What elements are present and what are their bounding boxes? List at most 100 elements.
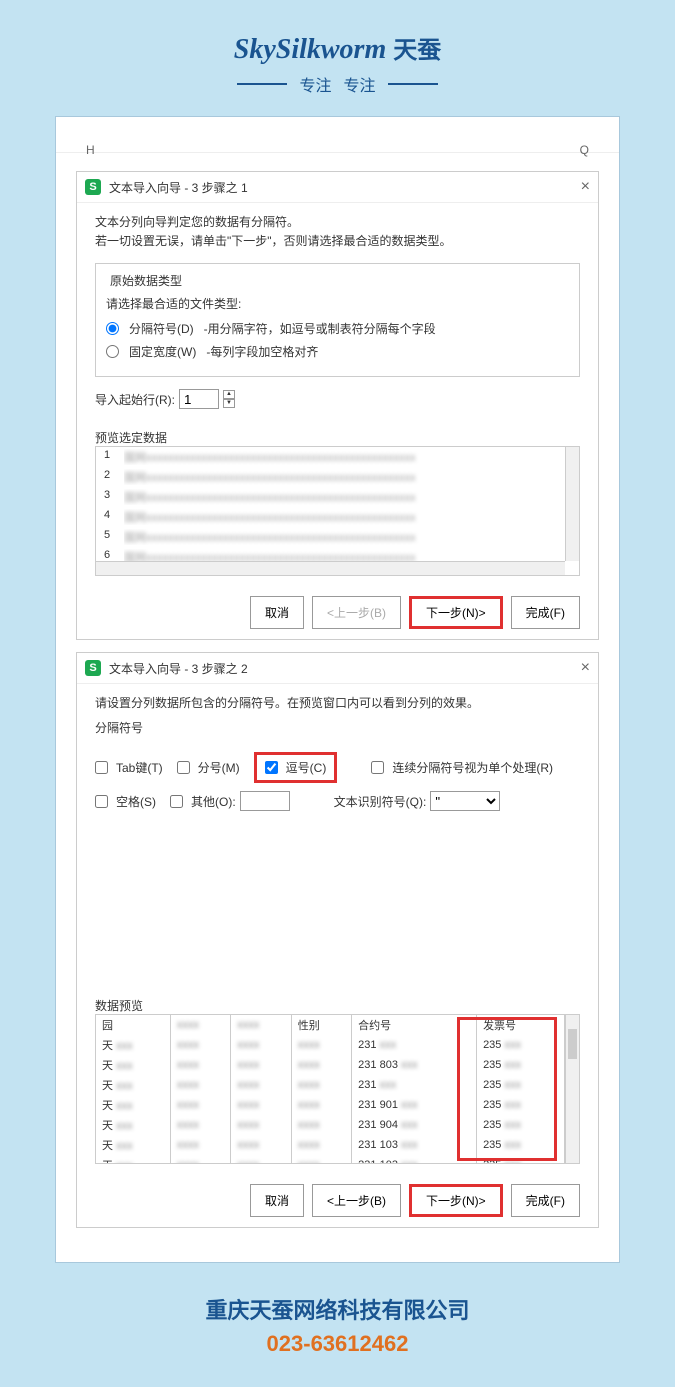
table-header-cell: 性别	[291, 1015, 351, 1035]
prev-button[interactable]: <上一步(B)	[312, 1184, 401, 1217]
scrollbar-vertical[interactable]	[565, 447, 579, 561]
brand-en: SkySilkworm	[234, 34, 386, 65]
tagline-2: 专注	[344, 72, 376, 96]
tagline: 专注 专注	[0, 72, 675, 96]
intro-text: 文本分列向导判定您的数据有分隔符。 若一切设置无误，请单击"下一步"，否则请选择…	[95, 213, 580, 251]
next-button[interactable]: 下一步(N)>	[409, 596, 503, 629]
checkbox-other[interactable]	[170, 795, 183, 808]
scrollbar-horizontal[interactable]	[96, 561, 565, 575]
cancel-button[interactable]: 取消	[250, 596, 304, 629]
brand-logo: SkySilkworm 天蚕	[0, 30, 675, 66]
checkbox-comma-label: 逗号(C)	[286, 759, 327, 776]
spinner-up-icon[interactable]: ▲	[223, 390, 235, 399]
content-panel: H Q S 文本导入向导 - 3 步骤之 1 × 文本分列向导判定您的数据有分隔…	[55, 116, 620, 1263]
datatype-fieldset: 原始数据类型 请选择最合适的文件类型: 分隔符号(D) -用分隔字符，如逗号或制…	[95, 263, 580, 377]
checkbox-tab[interactable]	[95, 761, 108, 774]
titlebar[interactable]: S 文本导入向导 - 3 步骤之 1 ×	[77, 172, 598, 203]
next-button[interactable]: 下一步(N)>	[409, 1184, 503, 1217]
preview-table[interactable]: 园xxxxxxxx性别合约号发票号天 xxxxxxxxxxxxxxx231 xx…	[95, 1014, 580, 1164]
page-header: SkySilkworm 天蚕 专注 专注	[0, 0, 675, 116]
finish-button[interactable]: 完成(F)	[511, 1184, 580, 1217]
page-footer: 重庆天蚕网络科技有限公司 023-63612462	[0, 1263, 675, 1387]
close-icon[interactable]: ×	[581, 659, 590, 677]
table-cell: xxxx	[170, 1035, 230, 1055]
table-header-cell: 园	[96, 1015, 170, 1035]
button-row: 取消 <上一步(B) 下一步(N)> 完成(F)	[77, 1174, 598, 1227]
spinner-down-icon[interactable]: ▼	[223, 399, 235, 408]
checkbox-comma[interactable]	[265, 761, 278, 774]
table-cell: xxxx	[170, 1115, 230, 1135]
quote-select[interactable]: "	[430, 791, 500, 811]
checkbox-space[interactable]	[95, 795, 108, 808]
table-cell: 天 xxx	[96, 1155, 170, 1164]
table-cell: 天 xxx	[96, 1135, 170, 1155]
checkbox-space-label: 空格(S)	[116, 793, 156, 810]
table-cell: xxxx	[231, 1095, 291, 1115]
checkbox-tab-label: Tab键(T)	[116, 759, 163, 776]
preview-label: 数据预览	[95, 997, 580, 1014]
cancel-button[interactable]: 取消	[250, 1184, 304, 1217]
spinner[interactable]: ▲ ▼	[223, 390, 235, 408]
import-row-input[interactable]	[179, 389, 219, 409]
table-cell: xxxx	[291, 1155, 351, 1164]
checkbox-other-label: 其他(O):	[191, 793, 236, 810]
table-cell: xxxx	[291, 1055, 351, 1075]
checkbox-semicolon[interactable]	[177, 761, 190, 774]
preview-row[interactable]: 1国网xxxxxxxxxxxxxxxxxxxxxxxxxxxxxxxxxxxxx…	[96, 447, 579, 467]
table-cell: xxxx	[291, 1035, 351, 1055]
table-cell: xxxx	[231, 1155, 291, 1164]
table-cell: 天 xxx	[96, 1115, 170, 1135]
scroll-thumb[interactable]	[568, 1029, 577, 1059]
preview-row[interactable]: 3国网xxxxxxxxxxxxxxxxxxxxxxxxxxxxxxxxxxxxx…	[96, 487, 579, 507]
dialog-title: 文本导入向导 - 3 步骤之 2	[109, 660, 248, 677]
preview-label: 预览选定数据	[95, 429, 580, 446]
radio-fixed-label: 固定宽度(W)	[129, 343, 196, 360]
radio-delimited[interactable]	[106, 322, 119, 335]
tagline-1: 专注	[299, 72, 331, 96]
table-header-cell: xxxx	[231, 1015, 291, 1035]
table-cell: xxxx	[231, 1135, 291, 1155]
preview-row[interactable]: 4国网xxxxxxxxxxxxxxxxxxxxxxxxxxxxxxxxxxxxx…	[96, 507, 579, 527]
table-cell: xxxx	[170, 1095, 230, 1115]
delimiter-section-title: 分隔符号	[95, 719, 580, 736]
app-icon: S	[85, 660, 101, 676]
preview-list[interactable]: 1国网xxxxxxxxxxxxxxxxxxxxxxxxxxxxxxxxxxxxx…	[95, 446, 580, 576]
preview-row[interactable]: 5国网xxxxxxxxxxxxxxxxxxxxxxxxxxxxxxxxxxxxx…	[96, 527, 579, 547]
radio-fixed[interactable]	[106, 345, 119, 358]
close-icon[interactable]: ×	[581, 178, 590, 196]
column-header-h: H	[86, 143, 95, 157]
finish-button[interactable]: 完成(F)	[511, 596, 580, 629]
checkbox-semicolon-label: 分号(M)	[198, 759, 240, 776]
intro-text: 请设置分列数据所包含的分隔符号。在预览窗口内可以看到分列的效果。	[95, 694, 580, 711]
radio-fixed-desc: -每列字段加空格对齐	[206, 343, 318, 360]
table-cell: xxxx	[291, 1075, 351, 1095]
titlebar[interactable]: S 文本导入向导 - 3 步骤之 2 ×	[77, 653, 598, 684]
preview-row[interactable]: 2国网xxxxxxxxxxxxxxxxxxxxxxxxxxxxxxxxxxxxx…	[96, 467, 579, 487]
table-cell: 天 xxx	[96, 1075, 170, 1095]
table-cell: xxxx	[170, 1055, 230, 1075]
spreadsheet-background: H Q	[56, 137, 619, 167]
table-cell: 天 xxx	[96, 1095, 170, 1115]
table-cell: xxxx	[231, 1055, 291, 1075]
table-cell: xxxx	[170, 1075, 230, 1095]
brand-cn: 天蚕	[393, 38, 441, 64]
line-decoration	[388, 83, 438, 85]
table-cell: 天 xxx	[96, 1055, 170, 1075]
dialog-title: 文本导入向导 - 3 步骤之 1	[109, 179, 248, 196]
scrollbar-vertical[interactable]	[565, 1015, 579, 1163]
table-cell: xxxx	[231, 1035, 291, 1055]
prev-button: <上一步(B)	[312, 596, 401, 629]
table-cell: xxxx	[291, 1095, 351, 1115]
wizard-dialog-step1: S 文本导入向导 - 3 步骤之 1 × 文本分列向导判定您的数据有分隔符。 若…	[76, 171, 599, 640]
checkbox-consecutive[interactable]	[371, 761, 384, 774]
other-delimiter-input[interactable]	[240, 791, 290, 811]
wizard-dialog-step2: S 文本导入向导 - 3 步骤之 2 × 请设置分列数据所包含的分隔符号。在预览…	[76, 652, 599, 1228]
phone-number: 023-63612462	[0, 1331, 675, 1357]
intro-line2: 若一切设置无误，请单击"下一步"，否则请选择最合适的数据类型。	[95, 232, 580, 251]
quote-label: 文本识别符号(Q):	[334, 793, 427, 810]
intro-line1: 文本分列向导判定您的数据有分隔符。	[95, 213, 580, 232]
table-cell: xxxx	[291, 1135, 351, 1155]
radio-delimited-desc: -用分隔字符，如逗号或制表符分隔每个字段	[204, 320, 436, 337]
table-cell: xxxx	[170, 1135, 230, 1155]
table-cell: xxxx	[231, 1115, 291, 1135]
